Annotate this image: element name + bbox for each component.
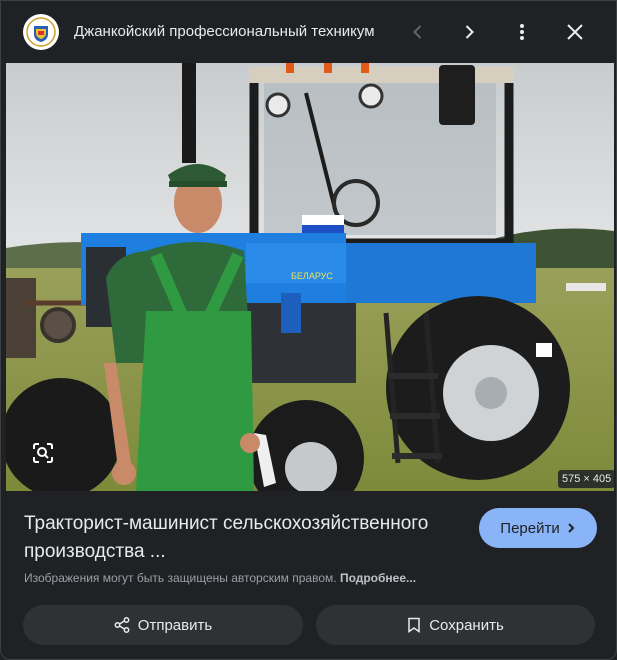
chevron-right-icon [465, 25, 474, 39]
share-icon [114, 617, 130, 633]
close-icon [567, 24, 583, 40]
lens-search-icon [33, 443, 53, 463]
image-dimensions-badge: 575 × 405 [558, 470, 616, 488]
copyright-notice-text: Изображения могут быть защищены авторски… [24, 571, 337, 585]
image-preview-panel: Джанкойский профессиональный техникум БЕ… [0, 0, 617, 660]
next-button[interactable] [455, 18, 483, 46]
result-title-line2: производства ... [24, 541, 166, 562]
result-title[interactable]: Тракторист-машинист сельскохозяйственног… [24, 510, 464, 566]
result-title-line1: Тракторист-машинист сельскохозяйственног… [24, 513, 429, 534]
tractor-photo: БЕЛАРУС [6, 63, 614, 491]
share-button-label: Отправить [137, 616, 213, 634]
learn-more-link[interactable]: Подробнее... [340, 571, 416, 585]
site-name[interactable]: Джанкойский профессиональный техникум [74, 23, 375, 40]
chevron-right-icon [568, 523, 575, 533]
save-button[interactable]: Сохранить [316, 605, 595, 645]
save-button-label: Сохранить [429, 616, 504, 634]
more-vert-icon [520, 24, 524, 40]
preview-header: Джанкойский профессиональный техникум [1, 1, 616, 63]
college-crest-icon [26, 17, 56, 47]
copyright-notice: Изображения могут быть защищены авторски… [24, 571, 416, 585]
tractor-brand-label: БЕЛАРУС [291, 271, 333, 281]
close-button[interactable] [561, 18, 589, 46]
share-button[interactable]: Отправить [23, 605, 303, 645]
more-options-button[interactable] [508, 18, 536, 46]
preview-image[interactable]: БЕЛАРУС [6, 63, 614, 491]
google-lens-button[interactable] [29, 439, 57, 467]
previous-button[interactable] [404, 18, 432, 46]
chevron-left-icon [413, 25, 422, 39]
site-logo[interactable] [23, 14, 59, 50]
bookmark-icon [408, 617, 420, 633]
visit-button-label: Перейти [500, 519, 560, 537]
visit-button[interactable]: Перейти [479, 508, 597, 548]
